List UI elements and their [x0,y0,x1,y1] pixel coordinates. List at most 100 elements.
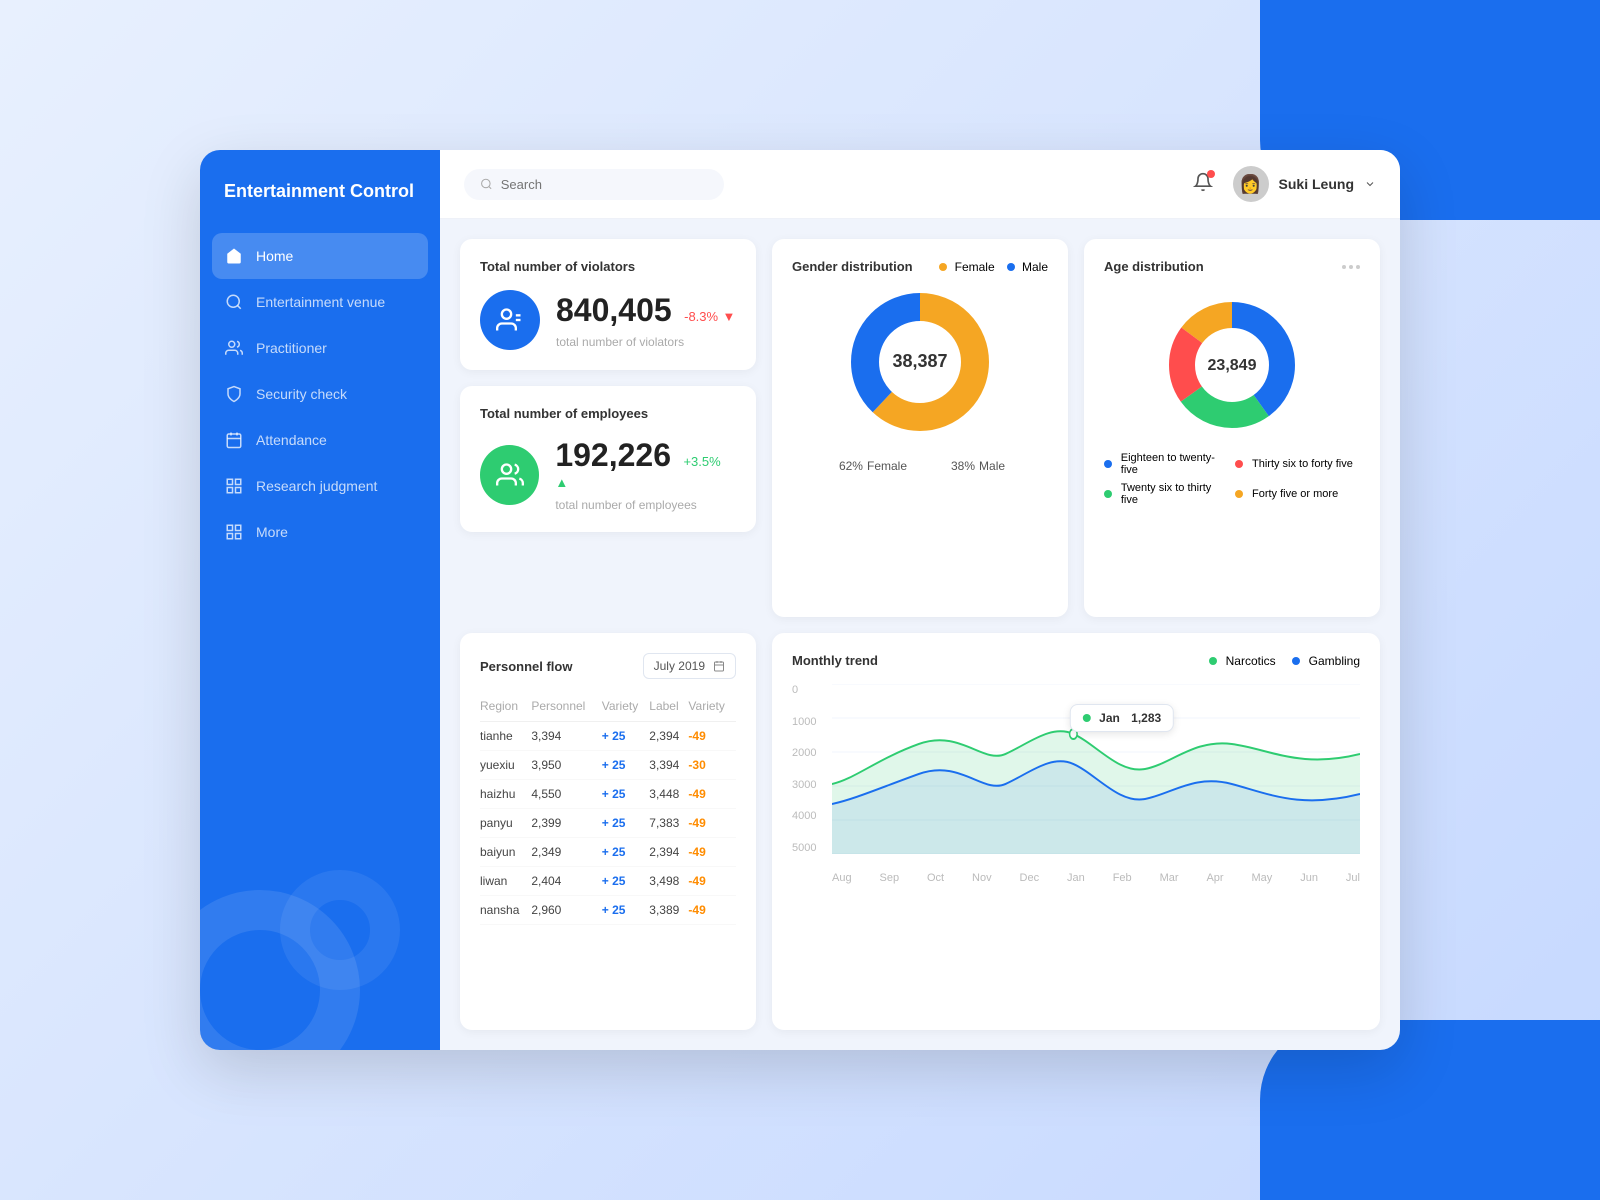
gambling-legend: Gambling [1292,654,1360,668]
col-region: Region [480,695,531,722]
sidebar-item-research-judgment[interactable]: Research judgment [200,463,440,509]
age-legend-18-25: Eighteen to twenty-five [1104,452,1229,476]
cell-variety1: + 25 [602,780,650,809]
cell-variety1: + 25 [602,722,650,751]
sidebar-item-security-check[interactable]: Security check [200,371,440,417]
age-donut-container: 23,849 Eighteen to twenty-five Thirty si… [1104,290,1360,506]
flow-table: Region Personnel Variety Label Variety t… [480,695,736,925]
gender-title: Gender distribution [792,259,913,274]
date-value: July 2019 [654,659,705,673]
col-variety2: Variety [688,695,736,722]
employees-stat-row: 192,226 +3.5% ▲ total number of employee… [480,437,736,512]
sidebar-label-more: More [256,524,288,540]
cell-region: yuexiu [480,751,531,780]
cell-personnel: 4,550 [531,780,601,809]
sidebar-item-practitioner[interactable]: Practitioner [200,325,440,371]
employees-change: +3.5% [683,454,720,469]
venue-icon [224,292,244,312]
calendar-icon [713,660,725,672]
violators-icon [480,290,540,350]
female-legend: Female [939,260,994,274]
table-row: tianhe 3,394 + 25 2,394 -49 [480,722,736,751]
table-row: panyu 2,399 + 25 7,383 -49 [480,809,736,838]
sidebar-item-attendance[interactable]: Attendance [200,417,440,463]
chart-tooltip: Jan 1,283 [1070,704,1174,732]
cell-label: 3,448 [649,780,688,809]
female-pct: 62%Female [835,454,907,475]
dashboard: Total number of violators 840,405 -8.3% … [440,219,1400,1050]
cell-personnel: 3,950 [531,751,601,780]
chart-area: 5000 4000 3000 2000 1000 0 [792,684,1360,884]
employees-count: 192,226 [555,437,671,473]
age-donut-chart: 23,849 [1157,290,1307,440]
gambling-dot [1292,657,1300,665]
user-name: Suki Leung [1279,176,1354,192]
violators-numbers: 840,405 -8.3% ▼ total number of violator… [556,292,735,349]
cell-label: 3,394 [649,751,688,780]
dot3 [1356,265,1360,269]
sidebar-item-entertainment-venue[interactable]: Entertainment venue [200,279,440,325]
cell-label: 3,498 [649,867,688,896]
sidebar: Entertainment Control Home Entertainment… [200,150,440,1050]
age-title: Age distribution [1104,259,1204,274]
male-pct: 38%Male [947,454,1005,475]
cell-variety2: -49 [688,722,736,751]
stats-left: Total number of violators 840,405 -8.3% … [460,239,756,617]
col-personnel: Personnel [531,695,601,722]
header: 👩 Suki Leung [440,150,1400,219]
table-row: baiyun 2,349 + 25 2,394 -49 [480,838,736,867]
cell-variety1: + 25 [602,867,650,896]
sidebar-item-more[interactable]: More [200,509,440,555]
cell-label: 2,394 [649,722,688,751]
sidebar-item-home[interactable]: Home [212,233,428,279]
flow-title: Personnel flow [480,659,572,674]
down-arrow: ▼ [723,309,736,324]
date-picker[interactable]: July 2019 [643,653,736,679]
cell-variety1: + 25 [602,809,650,838]
cell-personnel: 2,404 [531,867,601,896]
search-box[interactable] [464,169,724,200]
cell-variety2: -49 [688,809,736,838]
cell-variety2: -49 [688,838,736,867]
flow-header: Personnel flow July 2019 [480,653,736,679]
trend-title: Monthly trend [792,653,878,668]
user-info[interactable]: 👩 Suki Leung [1233,166,1376,202]
cell-region: tianhe [480,722,531,751]
cell-variety1: + 25 [602,751,650,780]
gender-center-value: 38,387 [892,351,947,371]
violators-change: -8.3% [684,309,718,324]
sidebar-label-venue: Entertainment venue [256,294,385,310]
app-title: Entertainment Control [200,180,440,233]
male-legend: Male [1007,260,1048,274]
search-input[interactable] [501,177,708,192]
cell-variety1: + 25 [602,896,650,925]
chart-svg-container: Jan 1,283 [832,684,1360,854]
trend-legend: Narcotics Gambling [1209,654,1360,668]
more-options-button[interactable] [1342,265,1360,269]
attendance-icon [224,430,244,450]
violators-card: Total number of violators 840,405 -8.3% … [460,239,756,370]
up-arrow: ▲ [555,475,568,490]
notification-bell[interactable] [1193,172,1213,197]
sidebar-label-practitioner: Practitioner [256,340,327,356]
cell-region: haizhu [480,780,531,809]
age-dot-26 [1104,490,1112,498]
narcotics-legend: Narcotics [1209,654,1276,668]
narcotics-dot [1209,657,1217,665]
cell-variety1: + 25 [602,838,650,867]
main-content: 👩 Suki Leung Total number of violators [440,150,1400,1050]
header-right: 👩 Suki Leung [1193,166,1376,202]
cell-label: 2,394 [649,838,688,867]
gender-donut-chart: 38,387 [840,282,1000,442]
table-row: nansha 2,960 + 25 3,389 -49 [480,896,736,925]
age-center-value: 23,849 [1208,357,1257,374]
cell-region: baiyun [480,838,531,867]
y-axis: 5000 4000 3000 2000 1000 0 [792,684,832,854]
sidebar-label-attendance: Attendance [256,432,327,448]
dot2 [1349,265,1353,269]
sidebar-nav: Home Entertainment venue Practitioner Se… [200,233,440,555]
home-icon [224,246,244,266]
gender-donut-container: 38,387 62%Female 38%Male [792,282,1048,475]
age-dot-36 [1235,460,1243,468]
cell-label: 3,389 [649,896,688,925]
